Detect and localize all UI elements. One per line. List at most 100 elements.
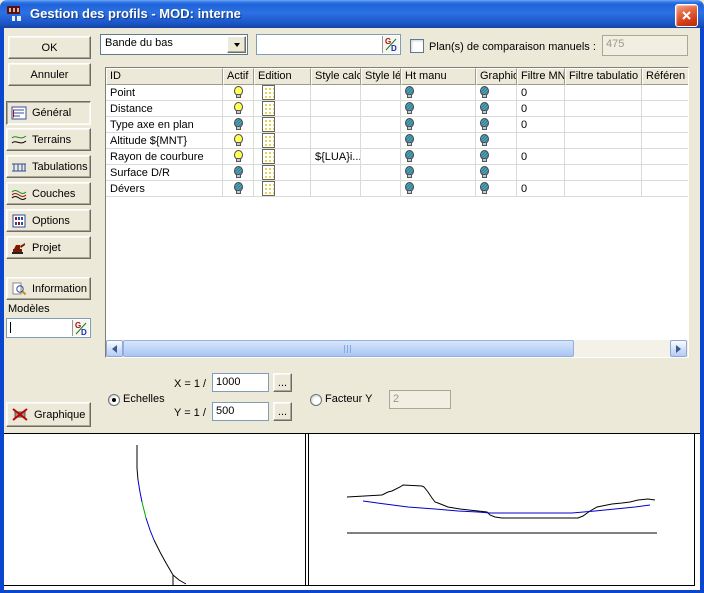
- graphique-button[interactable]: Graphique: [6, 402, 91, 427]
- horizontal-scrollbar[interactable]: [106, 340, 688, 357]
- band-dropdown-arrow-button[interactable]: [227, 36, 246, 53]
- bulb-off-icon[interactable]: [405, 134, 414, 147]
- column-header[interactable]: Ht manu: [401, 68, 476, 85]
- column-header[interactable]: Référen: [642, 68, 689, 85]
- scale-y-browse-button[interactable]: ...: [273, 402, 292, 421]
- cell-reference: [642, 149, 689, 165]
- bulb-on-icon[interactable]: [234, 134, 243, 147]
- modeles-input[interactable]: G D: [6, 318, 91, 338]
- edit-grid-icon[interactable]: [262, 117, 275, 132]
- cell-id[interactable]: Point: [106, 85, 223, 101]
- table-row[interactable]: Dévers 0: [106, 181, 688, 197]
- edit-grid-icon[interactable]: [262, 165, 275, 180]
- information-button-label: Information: [32, 283, 87, 295]
- bulb-off-icon[interactable]: [480, 102, 489, 115]
- column-header[interactable]: Actif: [223, 68, 254, 85]
- cell-id[interactable]: Rayon de courbure: [106, 149, 223, 165]
- tab-options[interactable]: Options: [6, 209, 91, 232]
- band-dropdown[interactable]: Bande du bas: [100, 34, 248, 55]
- scale-x-browse-button[interactable]: ...: [273, 373, 292, 392]
- scale-x-input[interactable]: 1000: [212, 373, 269, 392]
- column-header[interactable]: Edition: [254, 68, 311, 85]
- bulb-off-icon[interactable]: [480, 134, 489, 147]
- edit-grid-icon[interactable]: [262, 181, 275, 196]
- bulb-on-icon[interactable]: [234, 86, 243, 99]
- scroll-left-button[interactable]: [106, 340, 123, 357]
- cell-filtre-tabulation: [565, 117, 642, 133]
- bulb-off-icon[interactable]: [480, 182, 489, 195]
- edit-grid-icon[interactable]: [262, 149, 275, 164]
- bulb-off-icon[interactable]: [405, 118, 414, 131]
- band-name-input[interactable]: G D: [256, 34, 401, 55]
- cell-filtre-tabulation: [565, 133, 642, 149]
- information-button[interactable]: Information: [6, 277, 91, 300]
- cell-filtre-tabulation: [565, 149, 642, 165]
- table-row[interactable]: Point0: [106, 85, 688, 101]
- edit-grid-icon[interactable]: [262, 85, 275, 100]
- cell-id[interactable]: Surface D/R: [106, 165, 223, 181]
- bulb-off-icon[interactable]: [480, 166, 489, 179]
- tab-projet[interactable]: Projet: [6, 236, 91, 259]
- bulb-on-icon[interactable]: [234, 102, 243, 115]
- tab-general-label: Général: [32, 107, 71, 119]
- cell-filtre-mnt: 0: [517, 181, 565, 197]
- bulb-off-icon[interactable]: [405, 86, 414, 99]
- scrollbar-thumb[interactable]: [123, 340, 574, 357]
- cell-id[interactable]: Distance: [106, 101, 223, 117]
- tab-general[interactable]: Général: [6, 101, 91, 125]
- tabulation-icon: [11, 160, 27, 174]
- cell-id[interactable]: Type axe en plan: [106, 117, 223, 133]
- column-header[interactable]: ID: [106, 68, 223, 85]
- echelles-radio[interactable]: [108, 394, 120, 406]
- cancel-button[interactable]: Annuler: [8, 63, 91, 86]
- cell-id[interactable]: Dévers: [106, 181, 223, 197]
- title-bar[interactable]: Gestion des profils - MOD: interne: [0, 0, 704, 28]
- gd-picker-button[interactable]: G D: [382, 36, 399, 53]
- profile-management-dialog: Gestion des profils - MOD: interne OK An…: [0, 0, 704, 593]
- bulb-off-icon[interactable]: [480, 150, 489, 163]
- bulb-off-icon[interactable]: [234, 118, 243, 131]
- tab-terrains[interactable]: Terrains: [6, 128, 91, 151]
- table-row[interactable]: Altitude ${MNT}: [106, 133, 688, 149]
- modeles-label: Modèles: [8, 303, 50, 315]
- column-header[interactable]: Style lé: [361, 68, 401, 85]
- table-row[interactable]: Type axe en plan0: [106, 117, 688, 133]
- modeles-gd-picker-button[interactable]: G D: [72, 320, 89, 336]
- bulb-off-icon[interactable]: [480, 118, 489, 131]
- cell-ht-manu: [401, 85, 476, 101]
- column-header[interactable]: Filtre tabulatio: [565, 68, 642, 85]
- tab-couches[interactable]: Couches: [6, 182, 91, 205]
- app-icon: [6, 4, 28, 24]
- close-button[interactable]: [675, 4, 698, 27]
- comparison-plans-checkbox[interactable]: [410, 39, 424, 53]
- column-header[interactable]: Filtre MN: [517, 68, 565, 85]
- bulb-off-icon[interactable]: [405, 150, 414, 163]
- bulb-off-icon[interactable]: [405, 182, 414, 195]
- bulb-off-icon[interactable]: [234, 182, 243, 195]
- cell-id[interactable]: Altitude ${MNT}: [106, 133, 223, 149]
- bulb-off-icon[interactable]: [405, 102, 414, 115]
- column-header[interactable]: Graphiq: [476, 68, 517, 85]
- column-header[interactable]: Style calc: [311, 68, 361, 85]
- cell-style-legende: [361, 133, 401, 149]
- edit-grid-icon[interactable]: [262, 133, 275, 148]
- cell-graphique: [476, 101, 517, 117]
- scale-x-label: X = 1 /: [174, 378, 206, 390]
- cell-filtre-mnt: [517, 133, 565, 149]
- scroll-right-button[interactable]: [670, 340, 687, 357]
- facteur-y-radio[interactable]: [310, 394, 322, 406]
- gd-icon: G D: [74, 321, 88, 336]
- cell-filtre-mnt: 0: [517, 101, 565, 117]
- scale-y-input[interactable]: 500: [212, 402, 269, 421]
- table-row[interactable]: Surface D/R: [106, 165, 688, 181]
- bulb-off-icon[interactable]: [234, 166, 243, 179]
- ok-button[interactable]: OK: [8, 36, 91, 59]
- table-row[interactable]: Rayon de courbure${LUA}i...0: [106, 149, 688, 165]
- profiles-table: IDActifEditionStyle calcStyle léHt manuG…: [105, 67, 689, 358]
- edit-grid-icon[interactable]: [262, 101, 275, 116]
- tab-tabulations[interactable]: Tabulations: [6, 155, 91, 178]
- bulb-off-icon[interactable]: [480, 86, 489, 99]
- bulb-on-icon[interactable]: [234, 150, 243, 163]
- bulb-off-icon[interactable]: [405, 166, 414, 179]
- table-row[interactable]: Distance 0: [106, 101, 688, 117]
